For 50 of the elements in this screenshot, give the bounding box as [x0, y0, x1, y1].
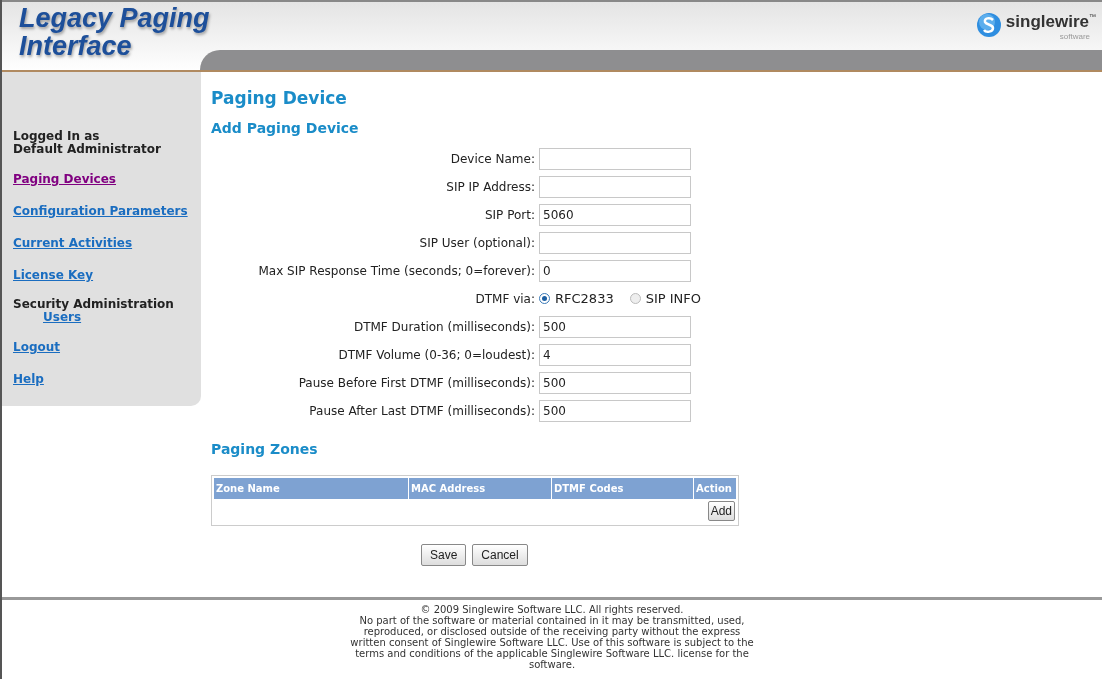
- legal-notice: No part of the software or material contained in it may be transmitted, used, reproduced, or disclosed outside of the receiving party without the express written consent of Singlewire Software LLC. Use of this software is subject to the terms and conditions of the applicable Singlewire Software LLC. license for the software.: [349, 615, 755, 670]
- field-label: SIP User (optional):: [418, 234, 536, 252]
- text-field[interactable]: 500: [539, 399, 691, 422]
- logo-text: singlewire: [1005, 12, 1089, 32]
- field-label: SIP Port:: [483, 206, 536, 224]
- nav-link[interactable]: Configuration Parameters: [13, 202, 188, 220]
- column-header: MAC Address: [409, 477, 552, 499]
- app-title: Interface: [19, 32, 132, 60]
- column-header: DTMF Codes: [552, 477, 694, 499]
- text-field[interactable]: 0: [539, 259, 691, 282]
- text-field[interactable]: 500: [539, 315, 691, 338]
- field-label: Device Name:: [449, 150, 536, 168]
- nav-link[interactable]: Logout: [13, 338, 60, 356]
- text-field[interactable]: 4: [539, 343, 691, 366]
- radio-option[interactable]: SIP INFO: [629, 288, 701, 309]
- section-title: Paging Zones: [211, 439, 319, 459]
- logo-subtext: software: [1059, 32, 1090, 41]
- login-status: Logged In as: [13, 130, 100, 143]
- column-header: Zone Name: [214, 477, 409, 499]
- radio-button[interactable]: [629, 293, 641, 304]
- logo-icon: [975, 12, 1002, 38]
- radio-button[interactable]: [539, 293, 550, 304]
- nav-link[interactable]: License Key: [13, 266, 94, 284]
- text-field[interactable]: [539, 147, 691, 170]
- add-button[interactable]: Add: [707, 500, 735, 521]
- section-title: Add Paging Device: [211, 118, 360, 138]
- nav-link[interactable]: Help: [13, 370, 44, 388]
- field-label: Pause Before First DTMF (milliseconds):: [297, 374, 536, 392]
- text-field[interactable]: 500: [539, 371, 691, 394]
- field-label: DTMF via:: [474, 290, 536, 308]
- nav-link[interactable]: Current Activities: [13, 234, 133, 252]
- field-label: SIP IP Address:: [445, 178, 536, 196]
- login-status: Default Administrator: [13, 143, 162, 156]
- text-field[interactable]: [539, 231, 691, 254]
- page-title: Paging Device: [211, 87, 348, 110]
- nav-heading: Security Administration: [13, 298, 175, 311]
- text-field[interactable]: [539, 175, 691, 198]
- field-label: Pause After Last DTMF (milliseconds):: [308, 402, 536, 420]
- nav-link[interactable]: Paging Devices: [13, 170, 116, 188]
- radio-option[interactable]: RFC2833: [539, 288, 614, 309]
- cancel-button[interactable]: Cancel: [472, 543, 528, 566]
- app-title: Legacy Paging: [19, 4, 210, 32]
- copyright-text: © 2009 Singlewire Software LLC. All rights reserved.: [420, 604, 684, 615]
- save-button[interactable]: Save: [421, 543, 467, 566]
- field-label: DTMF Volume (0-36; 0=loudest):: [337, 346, 536, 364]
- text-field[interactable]: 5060: [539, 203, 691, 226]
- field-label: Max SIP Response Time (seconds; 0=forever):: [257, 262, 536, 280]
- column-header: Action: [694, 477, 736, 499]
- field-label: DTMF Duration (milliseconds):: [352, 318, 536, 336]
- nav-link[interactable]: Users: [43, 311, 82, 324]
